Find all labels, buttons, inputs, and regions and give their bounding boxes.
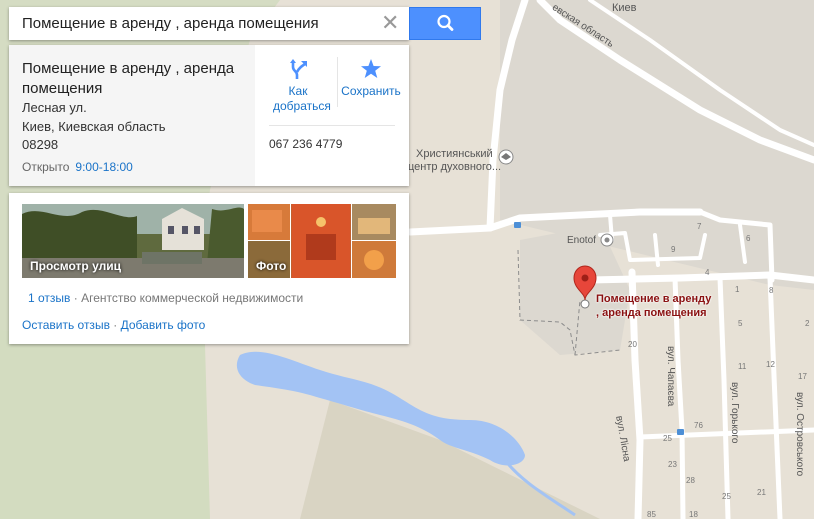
place-title: Помещение в аренду , аренда помещения — [22, 60, 235, 97]
photo-thumbnail[interactable]: Фото — [248, 204, 396, 278]
map-label-enotof: Enotof — [567, 235, 596, 246]
house-number: 2 — [805, 319, 810, 328]
house-number: 85 — [647, 510, 656, 519]
card-links: Оставить отзыв · Добавить фото — [22, 318, 205, 332]
house-number: 4 — [705, 268, 710, 277]
house-number: 9 — [671, 245, 676, 254]
search-box[interactable]: ✕ — [9, 7, 409, 40]
save-button[interactable]: Сохранить — [339, 57, 403, 99]
opening-hours: Открыто 9:00-18:00 — [22, 160, 133, 174]
house-number: 23 — [668, 460, 677, 469]
street-view-caption: Просмотр улиц — [30, 259, 121, 273]
search-button[interactable] — [409, 7, 481, 40]
reviews-summary: 1 отзыв · Агентство коммерческой недвижи… — [28, 291, 303, 305]
directions-label: Как добраться — [273, 84, 331, 113]
house-number: 6 — [746, 234, 751, 243]
house-number: 25 — [722, 492, 731, 501]
directions-icon — [290, 59, 307, 79]
map-pin-label-line-2: , аренда помещения — [596, 307, 707, 319]
search-input[interactable] — [9, 7, 382, 40]
reviews-count-link[interactable]: 1 отзыв — [28, 291, 70, 305]
street-view-thumbnail[interactable]: Просмотр улиц — [22, 204, 244, 278]
save-label: Сохранить — [341, 84, 401, 98]
links-separator: · — [113, 318, 118, 332]
hours-value[interactable]: 9:00-18:00 — [75, 160, 132, 174]
address-street: Лесная ул. — [22, 100, 87, 115]
house-number: 28 — [686, 476, 695, 485]
actions-divider — [337, 57, 338, 107]
add-photo-link[interactable]: Добавить фото — [121, 318, 206, 332]
directions-button[interactable]: Как добраться — [264, 57, 332, 114]
house-number: 25 — [663, 434, 672, 443]
phone-number[interactable]: 067 236 4779 — [269, 137, 342, 151]
open-status: Открыто — [22, 160, 70, 174]
map-label-poi-1: Християнський — [416, 148, 493, 160]
house-number: 17 — [798, 372, 807, 381]
street-label-gorkogo: вул. Горького — [729, 382, 740, 444]
map-label-city: Киев — [612, 2, 637, 14]
house-number: 76 — [694, 421, 703, 430]
address-postcode: 08298 — [22, 137, 59, 152]
map-pin-label-line-1: Помещение в аренду — [596, 293, 712, 305]
place-card: Помещение в аренду , аренда помещения Ле… — [9, 45, 409, 186]
business-category: · Агентство коммерческой недвижимости — [73, 291, 304, 305]
house-number: 11 — [738, 362, 747, 371]
clear-icon[interactable]: ✕ — [381, 12, 399, 34]
house-number: 20 — [628, 340, 637, 349]
phone-divider — [269, 125, 395, 126]
street-label-ostrovskogo: вул. Островського — [794, 392, 805, 477]
street-label-chapaeva: вул. Чапаєва — [665, 346, 676, 407]
house-number: 1 — [735, 285, 740, 294]
star-icon — [361, 59, 381, 78]
photos-card: Просмотр улиц Фото 1 отзыв · Агентство к… — [9, 193, 409, 344]
address-city: Киев, Киевская область — [22, 119, 166, 134]
write-review-link[interactable]: Оставить отзыв — [22, 318, 110, 332]
house-number: 18 — [689, 510, 698, 519]
photo-caption: Фото — [256, 259, 287, 273]
house-number: 12 — [766, 360, 775, 369]
house-number: 5 — [738, 319, 743, 328]
house-number: 7 — [697, 222, 702, 231]
house-number: 21 — [757, 488, 766, 497]
map-pin-label[interactable]: Помещение в аренду , аренда помещения — [596, 292, 711, 320]
map-label-poi-2: центр духовного... — [408, 161, 502, 173]
house-number: 8 — [769, 286, 774, 295]
search-icon — [437, 14, 454, 31]
